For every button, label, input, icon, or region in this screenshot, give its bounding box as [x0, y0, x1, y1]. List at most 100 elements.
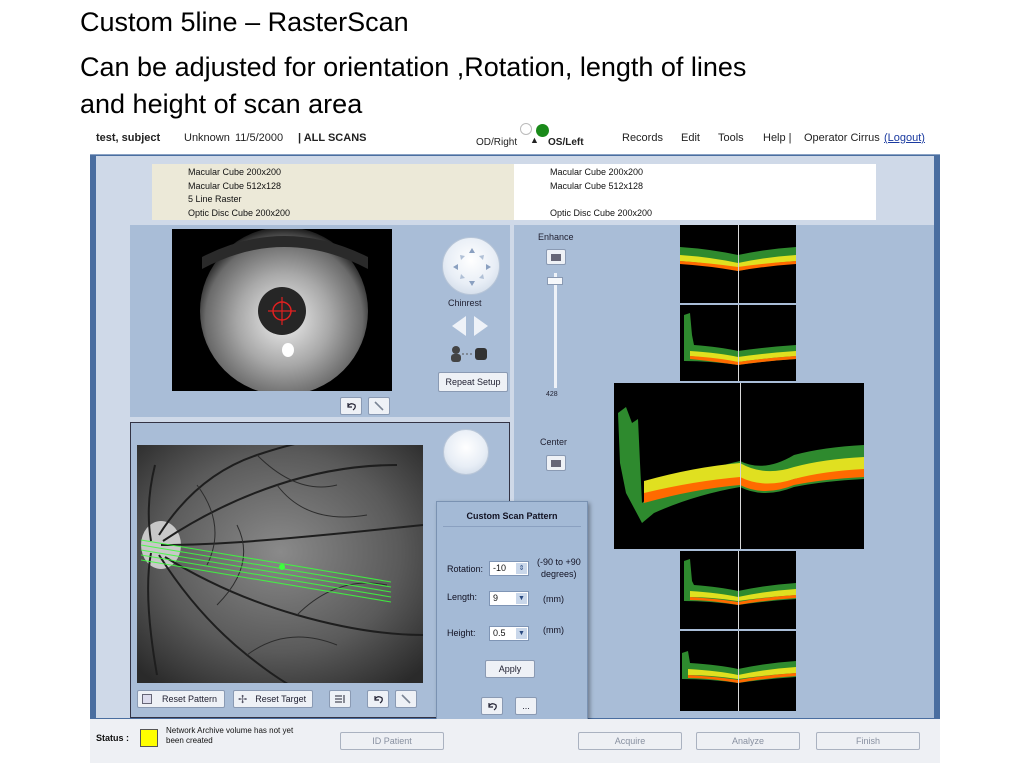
- enhance-label: Enhance: [538, 232, 574, 242]
- scan-list-item[interactable]: Macular Cube 200x200: [550, 166, 652, 180]
- custom-scan-pattern-dialog: Custom Scan Pattern Rotation: -10 ⇕ (-90…: [436, 501, 588, 741]
- rotation-range-line-1: (-90 to +90: [537, 557, 581, 567]
- reset-pattern-button[interactable]: Reset Pattern: [137, 690, 225, 708]
- patient-name[interactable]: test, subject: [96, 132, 160, 144]
- od-indicator-icon[interactable]: [520, 123, 532, 135]
- menu-records[interactable]: Records: [622, 132, 663, 144]
- patient-dob: 11/5/2000: [235, 132, 284, 144]
- scan-list-item[interactable]: Optic Disc Cube 200x200: [550, 207, 652, 221]
- acquisition-area: Macular Cube 200x200 Macular Cube 512x12…: [96, 156, 934, 741]
- bscan-center-enlarged[interactable]: [614, 383, 864, 549]
- slide-title-line-2: Can be adjusted for orientation ,Rotatio…: [80, 52, 747, 82]
- undo-icon[interactable]: [340, 397, 362, 415]
- enhance-button[interactable]: [546, 249, 566, 265]
- dialog-divider: [443, 526, 581, 527]
- enhance-icon: [551, 253, 561, 261]
- more-options-button[interactable]: ...: [515, 697, 537, 715]
- id-patient-button[interactable]: ID Patient: [340, 732, 444, 750]
- scan-center-line: [738, 551, 739, 629]
- chinrest-dial-icon[interactable]: [442, 237, 500, 295]
- scan-list-od: Macular Cube 200x200 Macular Cube 512x12…: [188, 166, 290, 220]
- all-scans-link[interactable]: | ALL SCANS: [298, 132, 366, 144]
- scan-list-os: Macular Cube 200x200 Macular Cube 512x12…: [550, 166, 652, 220]
- iris-camera-view[interactable]: [172, 229, 392, 391]
- center-label: Center: [540, 437, 568, 447]
- scan-center-line: [738, 631, 739, 711]
- fundus-image-view[interactable]: [137, 445, 423, 683]
- dial-arrows-icon: [453, 248, 491, 286]
- enhance-slider-thumb[interactable]: [547, 277, 563, 285]
- height-label: Height:: [447, 628, 476, 638]
- chevron-down-icon[interactable]: ▼: [516, 628, 527, 639]
- scan-list-item[interactable]: Macular Cube 512x128: [188, 180, 290, 194]
- center-icon: [551, 459, 561, 467]
- scan-list-item[interactable]: 5 Line Raster: [188, 193, 290, 207]
- status-bar: Status : Network Archive volume has not …: [90, 719, 940, 763]
- undo-icon[interactable]: [367, 690, 389, 708]
- status-message-line-2: been created: [166, 736, 213, 745]
- scan-center-line: [738, 225, 739, 303]
- center-button[interactable]: [546, 455, 566, 471]
- scan-list-item[interactable]: Optic Disc Cube 200x200: [188, 207, 290, 221]
- apply-button[interactable]: Apply: [485, 660, 535, 678]
- length-unit: (mm): [543, 594, 564, 604]
- menu-tools[interactable]: Tools: [718, 132, 744, 144]
- patient-camera-icon[interactable]: [448, 345, 490, 363]
- scan-list-os-panel: Macular Cube 200x200 Macular Cube 512x12…: [514, 164, 876, 220]
- pattern-icon: [142, 694, 152, 704]
- reset-target-button[interactable]: ✢ Reset Target: [233, 690, 313, 708]
- rotation-range-line-2: degrees): [541, 569, 577, 579]
- logout-link[interactable]: (Logout): [884, 132, 925, 144]
- scan-list-item[interactable]: Macular Cube 512x128: [550, 180, 652, 194]
- rotation-spinner[interactable]: -10 ⇕: [489, 561, 529, 576]
- repeat-setup-button[interactable]: Repeat Setup: [438, 372, 508, 392]
- status-indicator: [140, 729, 158, 747]
- scan-center-line: [738, 305, 739, 381]
- reset-target-label: Reset Target: [255, 694, 307, 704]
- eye-od-label[interactable]: OD/Right: [476, 137, 517, 148]
- scan-center-line: [740, 383, 741, 549]
- analyze-button[interactable]: Analyze: [696, 732, 800, 750]
- center-dial-icon[interactable]: [443, 429, 489, 475]
- scan-list-od-panel: Macular Cube 200x200 Macular Cube 512x12…: [152, 164, 514, 220]
- spinner-arrows-icon[interactable]: ⇕: [516, 563, 527, 574]
- slide-title-line-3: and height of scan area: [80, 89, 363, 119]
- length-select[interactable]: 9 ▼: [489, 591, 529, 606]
- bscan-line-2[interactable]: [680, 305, 796, 381]
- arrow-right-icon[interactable]: [472, 314, 490, 338]
- scan-list-item[interactable]: [550, 193, 652, 207]
- cirrus-window: test, subject Unknown 11/5/2000 | ALL SC…: [90, 123, 940, 763]
- undo-icon[interactable]: [481, 697, 503, 715]
- menu-edit[interactable]: Edit: [681, 132, 700, 144]
- status-label: Status :: [96, 733, 130, 743]
- bscan-image: [618, 407, 864, 523]
- iris-image: [200, 229, 368, 391]
- height-select[interactable]: 0.5 ▼: [489, 626, 529, 641]
- acquire-button[interactable]: Acquire: [578, 732, 682, 750]
- menu-help[interactable]: Help |: [763, 132, 792, 144]
- fundus-image: [137, 445, 423, 683]
- iris-panel: Chinrest Repeat Setup: [130, 225, 510, 417]
- bscan-line-5[interactable]: [680, 631, 796, 711]
- list-icon[interactable]: [329, 690, 351, 708]
- bscan-line-4[interactable]: [680, 551, 796, 629]
- dialog-title: Custom Scan Pattern: [466, 511, 558, 521]
- arrow-left-icon[interactable]: [450, 314, 468, 338]
- enhance-value: 428: [546, 391, 558, 398]
- chevron-down-icon[interactable]: ▼: [516, 593, 527, 604]
- bscan-line-1[interactable]: [680, 225, 796, 303]
- scan-list-item[interactable]: Macular Cube 200x200: [188, 166, 290, 180]
- enhance-slider-track[interactable]: [554, 273, 557, 388]
- eye-os-label[interactable]: OS/Left: [548, 137, 584, 148]
- wrench-icon[interactable]: [395, 690, 417, 708]
- chinrest-label: Chinrest: [448, 298, 482, 308]
- slide-title-line-1: Custom 5line – RasterScan: [80, 7, 409, 37]
- status-message: Network Archive volume has not yet been …: [166, 726, 293, 746]
- target-icon: ✢: [238, 693, 248, 706]
- operator-name: Operator Cirrus: [804, 132, 880, 144]
- status-message-line-1: Network Archive volume has not yet: [166, 726, 294, 735]
- wrench-icon[interactable]: [368, 397, 390, 415]
- reset-pattern-label: Reset Pattern: [162, 694, 218, 704]
- finish-button[interactable]: Finish: [816, 732, 920, 750]
- window-header: test, subject Unknown 11/5/2000 | ALL SC…: [90, 123, 940, 155]
